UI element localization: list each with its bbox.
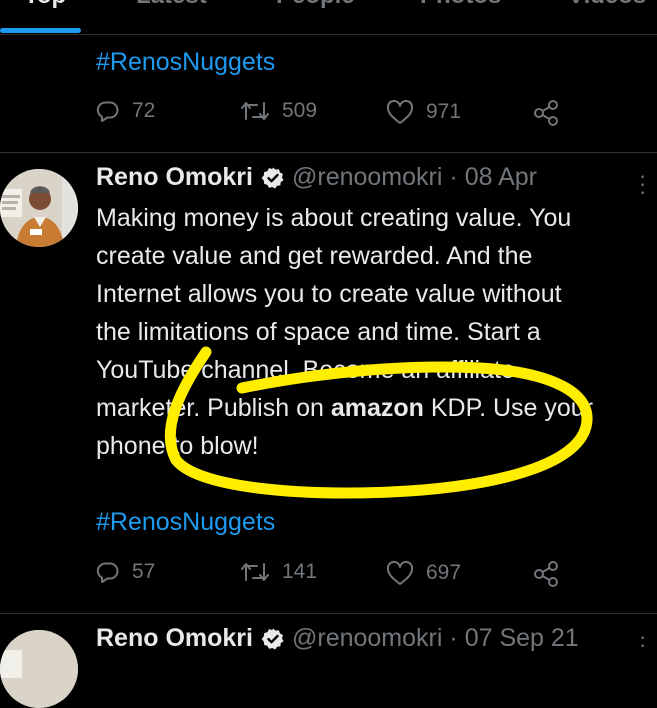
tweet-line: YouTube channel. Become an affiliate bbox=[96, 356, 515, 384]
tweet-line: the limitations of space and time. Start… bbox=[96, 318, 541, 346]
avatar-image bbox=[0, 169, 78, 247]
reply-count: 57 bbox=[132, 560, 156, 583]
tweet-line: marketer. Publish on amazon KDP. Use you… bbox=[96, 389, 652, 427]
retweet-icon bbox=[241, 563, 269, 581]
author-name[interactable]: Reno Omokri bbox=[96, 624, 253, 653]
reply-button[interactable]: 72 bbox=[96, 99, 155, 123]
tweet-header: Reno Omokri @renoomokri · 08 Apr bbox=[96, 163, 537, 192]
tweet-line: Making money is about creating value. Yo… bbox=[96, 204, 572, 232]
reply-count: 72 bbox=[132, 99, 156, 122]
tab-latest[interactable]: Latest bbox=[136, 0, 207, 10]
share-button[interactable] bbox=[532, 99, 560, 127]
tweet-date[interactable]: · 08 Apr bbox=[449, 163, 537, 192]
retweet-button[interactable]: 141 bbox=[240, 560, 317, 584]
retweet-count: 141 bbox=[282, 560, 318, 583]
tab-people[interactable]: People bbox=[276, 0, 355, 10]
tab-videos[interactable]: Videos bbox=[568, 0, 646, 10]
like-button[interactable]: 971 bbox=[386, 99, 461, 125]
active-tab-indicator bbox=[0, 28, 81, 33]
share-icon bbox=[534, 100, 558, 126]
like-count: 971 bbox=[426, 100, 462, 123]
hashtag-link[interactable]: #RenosNuggets bbox=[96, 48, 275, 77]
tweet-header: Reno Omokri @renoomokri · 07 Sep 21 bbox=[96, 624, 579, 653]
retweet-icon bbox=[241, 102, 269, 120]
like-count: 697 bbox=[426, 561, 462, 584]
tweet-line: Internet allows you to create value with… bbox=[96, 280, 562, 308]
hashtag-link[interactable]: #RenosNuggets bbox=[96, 508, 275, 537]
tab-photos[interactable]: Photos bbox=[420, 0, 501, 10]
like-button[interactable]: 697 bbox=[386, 560, 461, 586]
avatar[interactable] bbox=[0, 630, 78, 708]
retweet-count: 509 bbox=[282, 99, 318, 122]
share-icon bbox=[534, 561, 558, 587]
tweet-text-segment: marketer. Publish on bbox=[96, 394, 331, 422]
like-icon bbox=[386, 99, 414, 124]
author-name[interactable]: Reno Omokri bbox=[96, 163, 253, 192]
verified-badge-icon bbox=[261, 627, 285, 651]
reply-button[interactable]: 57 bbox=[96, 560, 155, 584]
author-handle[interactable]: @renoomokri bbox=[292, 624, 442, 653]
like-icon bbox=[386, 560, 414, 585]
tweet-date[interactable]: · 07 Sep 21 bbox=[449, 624, 578, 653]
share-button[interactable] bbox=[532, 560, 560, 588]
tweet-divider bbox=[0, 152, 657, 153]
tweet-divider bbox=[0, 613, 657, 614]
retweet-button[interactable]: 509 bbox=[240, 99, 317, 123]
more-options-icon[interactable]: · · bbox=[639, 626, 646, 656]
author-handle[interactable]: @renoomokri bbox=[292, 163, 442, 192]
reply-icon bbox=[96, 101, 119, 122]
tweet-line: phone to blow! bbox=[96, 432, 259, 460]
tweet-text-segment: KDP. Use your bbox=[423, 394, 593, 422]
avatar[interactable] bbox=[0, 169, 78, 247]
avatar-image bbox=[0, 630, 78, 708]
tweet-line: create value and get rewarded. And the bbox=[96, 242, 533, 270]
reply-icon bbox=[96, 562, 119, 583]
more-options-icon[interactable]: · · · bbox=[639, 165, 646, 203]
tab-top[interactable]: Top bbox=[24, 0, 66, 10]
verified-badge-icon bbox=[261, 166, 285, 190]
search-tabs: Top Latest People Photos Videos bbox=[0, 0, 657, 35]
tweet-body: Making money is about creating value. Yo… bbox=[96, 199, 652, 465]
tweet-bold-word: amazon bbox=[330, 394, 424, 422]
